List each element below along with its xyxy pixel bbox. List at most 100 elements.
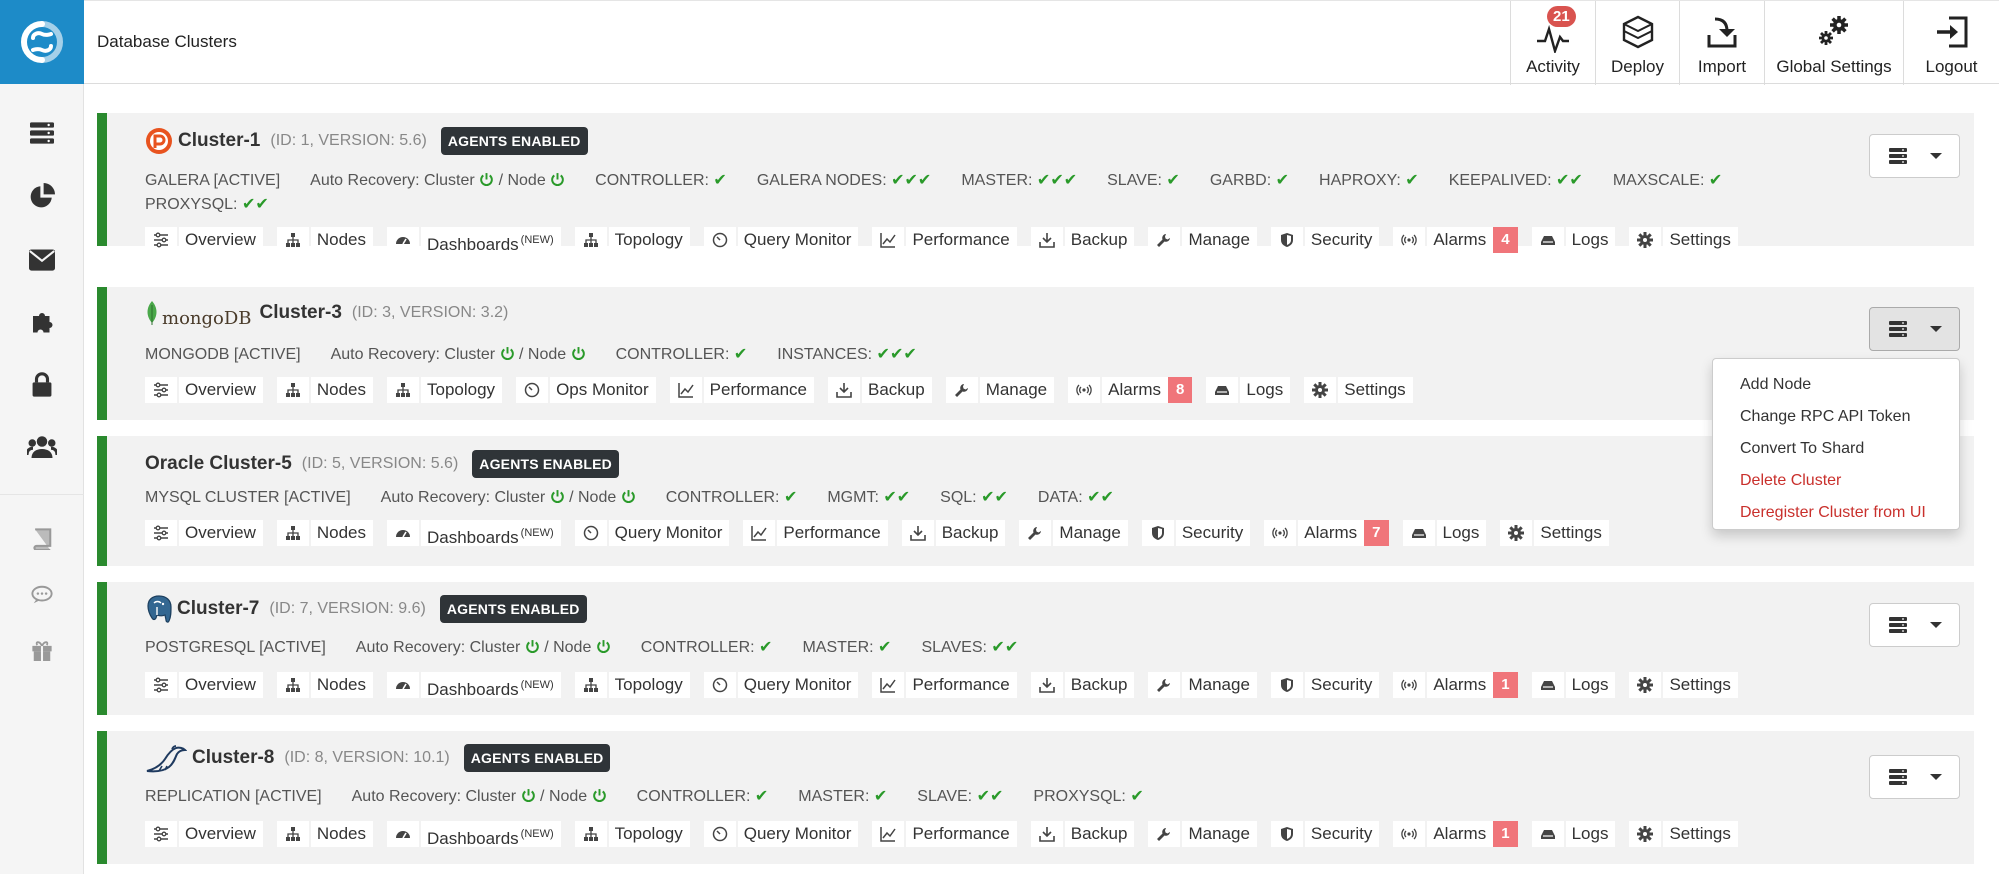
tab-alarms[interactable]: Alarms 1 [1393, 672, 1518, 698]
tab-settings[interactable]: Settings [1500, 520, 1609, 546]
activity-button[interactable]: 21 Activity [1510, 1, 1595, 85]
tab-overview[interactable]: Overview [145, 377, 263, 403]
sidebar-item-feedback[interactable] [0, 575, 84, 615]
tab-manage[interactable]: Manage [1148, 672, 1257, 698]
cluster-name[interactable]: Oracle Cluster-5 [145, 453, 292, 475]
power-icon[interactable] [550, 489, 565, 504]
cluster-actions-button[interactable] [1869, 134, 1960, 178]
tab-overview[interactable]: Overview [145, 672, 263, 698]
tab-backup[interactable]: Backup [1030, 672, 1135, 698]
tab-nodes[interactable]: Nodes [276, 672, 373, 698]
tab-settings[interactable]: Settings [1629, 227, 1738, 253]
tab-backup[interactable]: Backup [1030, 227, 1135, 253]
tab-alarms[interactable]: Alarms 4 [1393, 227, 1518, 253]
tab-nodes[interactable]: Nodes [276, 227, 373, 253]
tab-topology[interactable]: Topology [574, 821, 690, 847]
tab-logs[interactable]: Logs [1531, 821, 1616, 847]
tab-dashboards[interactable]: Dashboards (NEW) [387, 821, 561, 848]
tab-performance[interactable]: Performance [743, 520, 888, 546]
power-icon[interactable] [479, 172, 494, 187]
cluster-status-line: MONGODB [ACTIVE] Auto Recovery: Cluster /… [145, 343, 1865, 367]
menu-item-convert-to-shard[interactable]: Convert To Shard [1713, 433, 1959, 465]
tab-manage[interactable]: Manage [1019, 520, 1128, 546]
power-icon[interactable] [596, 639, 611, 654]
tab-settings[interactable]: Settings [1629, 821, 1738, 847]
tab-settings[interactable]: Settings [1629, 672, 1738, 698]
deploy-button[interactable]: Deploy [1595, 1, 1679, 85]
tab-logs[interactable]: Logs [1531, 227, 1616, 253]
tab-performance[interactable]: Performance [872, 672, 1017, 698]
tab-performance[interactable]: Performance [872, 227, 1017, 253]
tab-alarms[interactable]: Alarms 8 [1068, 377, 1193, 403]
tab-backup[interactable]: Backup [901, 520, 1006, 546]
tab-nodes[interactable]: Nodes [276, 520, 373, 546]
import-button[interactable]: Import [1679, 1, 1764, 85]
check-icon: ✔ [1130, 788, 1144, 805]
menu-item-change-rpc-token[interactable]: Change RPC API Token [1713, 401, 1959, 433]
tab-manage[interactable]: Manage [1148, 821, 1257, 847]
sidebar-item-security[interactable] [0, 364, 84, 404]
menu-item-deregister-cluster[interactable]: Deregister Cluster from UI [1713, 497, 1959, 529]
sidebar-item-docs[interactable] [0, 519, 84, 559]
tab-performance[interactable]: Performance [872, 821, 1017, 847]
gears-icon [1819, 16, 1848, 45]
power-icon[interactable] [521, 788, 536, 803]
global-settings-button[interactable]: Global Settings [1764, 1, 1903, 85]
power-icon[interactable] [592, 788, 607, 803]
tab-query-monitor[interactable]: Query Monitor [703, 227, 859, 253]
tab-query-monitor[interactable]: Query Monitor [574, 520, 730, 546]
tab-query-monitor[interactable]: Query Monitor [703, 672, 859, 698]
tab-ops-monitor[interactable]: Ops Monitor [516, 377, 656, 403]
power-icon[interactable] [621, 489, 636, 504]
tab-security[interactable]: Security [1270, 672, 1380, 698]
tab-query-monitor[interactable]: Query Monitor [703, 821, 859, 847]
tab-logs[interactable]: Logs [1531, 672, 1616, 698]
tab-topology[interactable]: Topology [574, 672, 690, 698]
tab-topology[interactable]: Topology [574, 227, 690, 253]
cluster-actions-button[interactable] [1869, 307, 1960, 351]
sidebar-item-clusters[interactable] [0, 113, 84, 153]
cluster-name[interactable]: Cluster-3 [260, 302, 342, 324]
sidebar-item-dashboards[interactable] [0, 176, 84, 216]
menu-item-add-node[interactable]: Add Node [1713, 369, 1959, 401]
tab-overview[interactable]: Overview [145, 821, 263, 847]
tab-dashboards[interactable]: Dashboards (NEW) [387, 520, 561, 547]
tab-nodes[interactable]: Nodes [276, 821, 373, 847]
cluster-name[interactable]: Cluster-7 [177, 598, 259, 620]
menu-item-delete-cluster[interactable]: Delete Cluster [1713, 465, 1959, 497]
tab-topology[interactable]: Topology [387, 377, 503, 403]
sidebar-item-mail[interactable] [0, 240, 84, 280]
tab-security[interactable]: Security [1141, 520, 1251, 546]
cluster-name[interactable]: Cluster-8 [192, 747, 274, 769]
tab-manage[interactable]: Manage [945, 377, 1055, 403]
tab-backup[interactable]: Backup [1030, 821, 1135, 847]
tab-alarms[interactable]: Alarms 1 [1393, 821, 1518, 847]
logout-button[interactable]: Logout [1903, 1, 1999, 85]
tab-performance[interactable]: Performance [669, 377, 814, 403]
sidebar-item-users[interactable] [0, 426, 84, 466]
power-icon[interactable] [525, 639, 540, 654]
tab-overview[interactable]: Overview [145, 520, 263, 546]
tab-manage[interactable]: Manage [1148, 227, 1257, 253]
cluster-name[interactable]: Cluster-1 [178, 130, 260, 152]
sidebar-item-gift[interactable] [0, 630, 84, 670]
tab-logs[interactable]: Logs [1402, 520, 1487, 546]
sidebar-item-integrations[interactable] [0, 302, 84, 342]
tab-security[interactable]: Security [1270, 821, 1380, 847]
page-title: Database Clusters [97, 32, 237, 51]
tab-logs[interactable]: Logs [1206, 377, 1291, 403]
power-icon[interactable] [550, 172, 565, 187]
tab-dashboards[interactable]: Dashboards (NEW) [387, 227, 561, 254]
tab-security[interactable]: Security [1270, 227, 1380, 253]
tab-alarms[interactable]: Alarms 7 [1264, 520, 1389, 546]
app-logo[interactable] [0, 0, 84, 84]
power-icon[interactable] [571, 346, 586, 361]
tab-nodes[interactable]: Nodes [276, 377, 373, 403]
tab-dashboards[interactable]: Dashboards (NEW) [387, 672, 561, 699]
tab-backup[interactable]: Backup [827, 377, 932, 403]
tab-overview[interactable]: Overview [145, 227, 263, 253]
power-icon[interactable] [500, 346, 515, 361]
tab-settings[interactable]: Settings [1304, 377, 1413, 403]
cluster-actions-button[interactable] [1869, 603, 1960, 647]
cluster-actions-button[interactable] [1869, 755, 1960, 799]
